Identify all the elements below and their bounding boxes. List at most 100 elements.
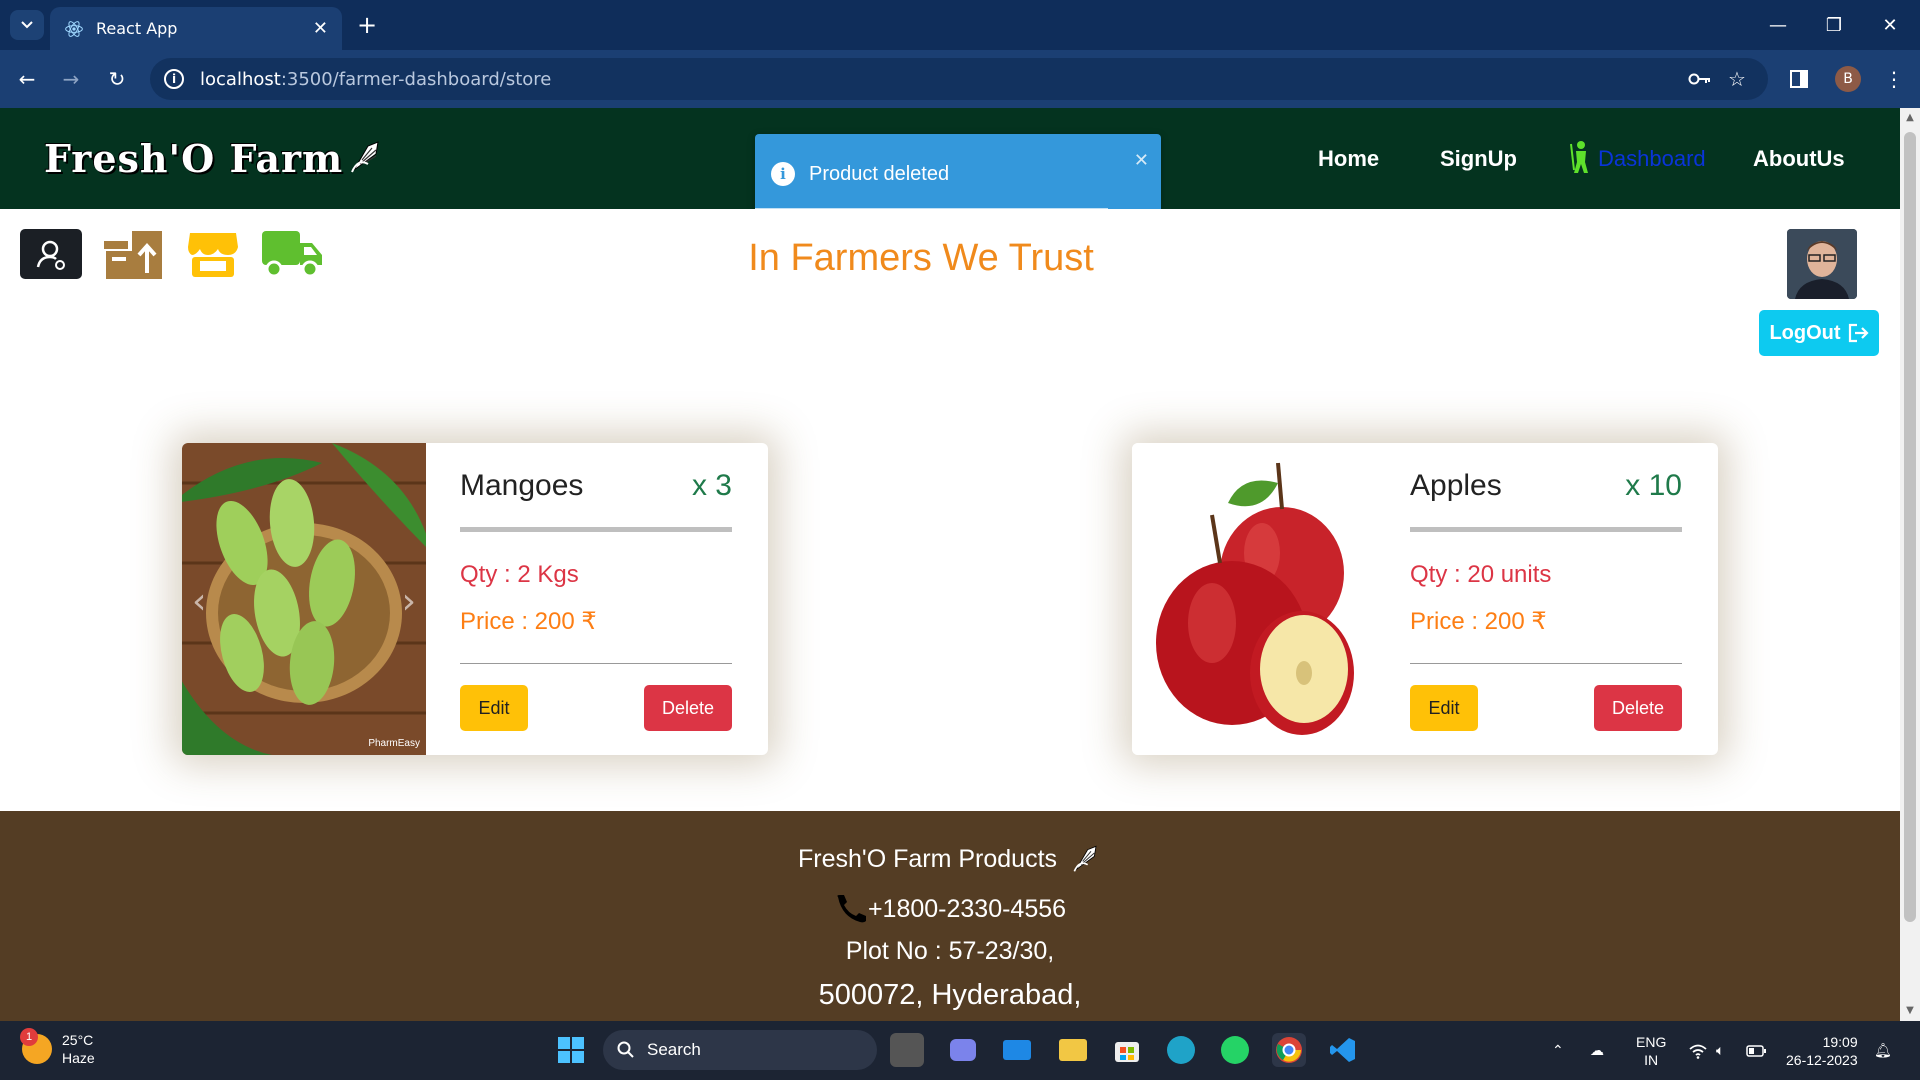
wifi-icon[interactable] <box>1688 1021 1708 1080</box>
windows-start-icon[interactable] <box>554 1033 588 1067</box>
mango-image <box>182 443 426 755</box>
page-scrollbar[interactable]: ▲ ▼ <box>1900 108 1920 1021</box>
tab-close-icon[interactable]: ✕ <box>313 18 328 39</box>
side-panel-icon[interactable] <box>1790 58 1808 100</box>
footer-title-text: Fresh'O Farm Products <box>798 845 1058 873</box>
browser-tab-bar: React App ✕ + — ❐ ✕ <box>0 0 1920 50</box>
nav-dashboard[interactable]: Dashboard <box>1598 146 1706 172</box>
file-explorer-icon[interactable] <box>1056 1033 1090 1067</box>
scroll-up-icon[interactable]: ▲ <box>1904 112 1916 124</box>
bookmark-star-icon[interactable]: ☆ <box>1728 58 1746 100</box>
chevron-down-icon <box>21 21 33 29</box>
new-tab-button[interactable]: + <box>352 10 382 40</box>
toast-close-icon[interactable]: ✕ <box>1134 150 1149 171</box>
phone-icon <box>837 895 866 923</box>
chrome-icon[interactable] <box>1272 1033 1306 1067</box>
person-photo-icon <box>1787 229 1857 299</box>
react-logo-icon <box>65 20 83 37</box>
product-qty: Qty : 20 units <box>1410 561 1552 588</box>
brand-logo[interactable]: Fresh'O Farm <box>44 136 343 181</box>
whatsapp-icon[interactable] <box>1218 1033 1252 1067</box>
product-card: ‹ › PharmEasy Mangoes x 3 Qty : 2 Kgs Pr… <box>182 443 768 755</box>
product-image-carousel[interactable]: ‹ › PharmEasy <box>182 443 426 755</box>
carousel-next-icon[interactable]: › <box>402 581 416 622</box>
language-line1: ENG <box>1636 1033 1667 1050</box>
windows-taskbar: 1 25°C Haze Search ⌃ ☁ ENG IN 🔈︎ 19:09 2… <box>0 1021 1920 1080</box>
onedrive-icon[interactable]: ☁ <box>1590 1021 1604 1080</box>
carousel-prev-icon[interactable]: ‹ <box>192 581 206 622</box>
product-price: Price : 200 ₹ <box>1410 608 1547 635</box>
tab-search-button[interactable] <box>10 10 44 40</box>
clock-time: 19:09 <box>1822 1033 1858 1050</box>
address-bar[interactable]: i localhost:3500/farmer-dashboard/store <box>150 58 1768 100</box>
weather-desc: Haze <box>62 1050 95 1066</box>
logout-label: LogOut <box>1769 321 1841 344</box>
nav-aboutus[interactable]: AboutUs <box>1753 146 1845 172</box>
toast-message: Product deleted <box>809 163 950 185</box>
edit-button[interactable]: Edit <box>460 685 528 731</box>
info-icon: i <box>771 162 795 186</box>
back-arrow-icon[interactable]: ← <box>12 64 42 94</box>
vscode-icon[interactable] <box>1326 1033 1360 1067</box>
weather-badge: 1 <box>20 1028 38 1046</box>
site-info-icon[interactable]: i <box>164 69 184 89</box>
footer-phone: +1800-2330-4556 <box>0 893 1900 924</box>
delete-button[interactable]: Delete <box>644 685 732 731</box>
key-icon[interactable] <box>1688 58 1712 100</box>
weather-widget[interactable]: 1 25°C Haze <box>20 1028 95 1067</box>
tab-title: React App <box>96 19 178 38</box>
taskbar-search[interactable]: Search <box>603 1030 877 1070</box>
tray-overflow-icon[interactable]: ⌃ <box>1552 1021 1564 1080</box>
mail-icon[interactable] <box>1000 1033 1034 1067</box>
footer-address-line2: 500072, Hyderabad, <box>818 979 1082 1011</box>
scrollbar-thumb[interactable] <box>1904 132 1916 922</box>
url-path: :3500/farmer-dashboard/store <box>280 68 552 90</box>
logout-icon <box>1848 323 1869 343</box>
footer-address-line1: Plot No : 57-23/30, <box>845 937 1055 965</box>
product-image-carousel[interactable]: ‹ <box>1132 443 1376 755</box>
search-label: Search <box>647 1040 701 1059</box>
profile-avatar[interactable]: B <box>1835 66 1861 92</box>
language-indicator[interactable]: ENG IN <box>1636 1021 1666 1080</box>
divider <box>1410 663 1682 664</box>
store-app-icon[interactable] <box>1110 1033 1144 1067</box>
apple-image <box>1132 443 1376 755</box>
footer-title: Fresh'O Farm Products <box>0 843 1900 874</box>
browser-tab-active[interactable]: React App ✕ <box>50 7 342 50</box>
nav-home[interactable]: Home <box>1318 146 1379 172</box>
farmer-avatar[interactable] <box>1787 229 1857 299</box>
volume-icon[interactable]: 🔈︎ <box>1716 1021 1724 1080</box>
divider <box>1410 527 1682 532</box>
divider <box>460 527 732 532</box>
carousel-prev-icon[interactable]: ‹ <box>1142 581 1156 622</box>
restore-icon[interactable]: ❐ <box>1814 10 1854 40</box>
product-count: x 10 <box>1625 469 1682 502</box>
product-qty: Qty : 2 Kgs <box>460 561 579 588</box>
window-close-icon[interactable]: ✕ <box>1870 10 1910 40</box>
url-host: localhost <box>200 68 281 90</box>
edit-button[interactable]: Edit <box>1410 685 1478 731</box>
notification-bell-icon[interactable]: 🔔︎ <box>1874 1021 1892 1080</box>
divider <box>460 663 732 664</box>
delete-button[interactable]: Delete <box>1594 685 1682 731</box>
product-name: Mangoes <box>460 469 584 502</box>
edge-icon[interactable] <box>1164 1033 1198 1067</box>
logout-button[interactable]: LogOut <box>1759 310 1879 356</box>
battery-icon[interactable] <box>1746 1021 1766 1080</box>
farmer-icon <box>1570 141 1588 173</box>
clock[interactable]: 19:09 26-12-2023 <box>1786 1021 1858 1080</box>
page-footer: Fresh'O Farm Products +1800-2330-4556 Pl… <box>0 811 1900 1021</box>
teams-icon[interactable] <box>946 1033 980 1067</box>
reload-icon[interactable]: ↻ <box>102 64 132 94</box>
task-view-icon[interactable] <box>890 1033 924 1067</box>
minimize-icon[interactable]: — <box>1758 10 1798 40</box>
browser-toolbar: ← → ↻ i localhost:3500/farmer-dashboard/… <box>0 50 1920 108</box>
weather-sun-icon: 1 <box>20 1028 52 1064</box>
nav-signup[interactable]: SignUp <box>1440 146 1517 172</box>
search-icon <box>617 1041 634 1058</box>
browser-menu-icon[interactable]: ⋮ <box>1884 58 1904 100</box>
product-name: Apples <box>1410 469 1502 502</box>
forward-arrow-icon[interactable]: → <box>56 64 86 94</box>
scroll-down-icon[interactable]: ▼ <box>1904 1005 1916 1017</box>
clock-date: 26-12-2023 <box>1786 1051 1858 1068</box>
